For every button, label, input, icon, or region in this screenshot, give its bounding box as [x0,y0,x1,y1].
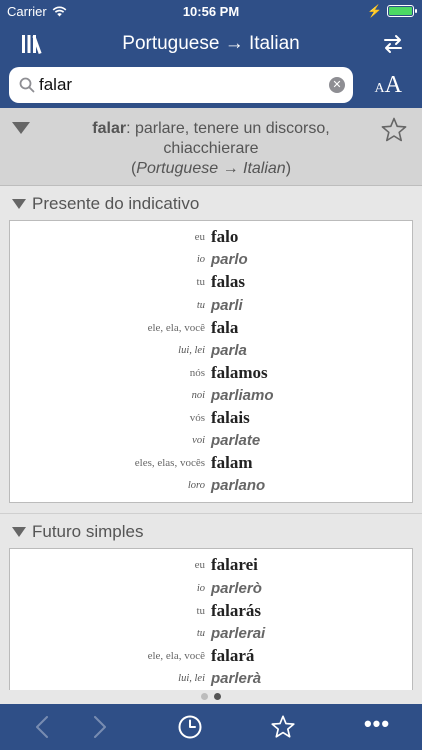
conjugation-row: voi parlate [10,429,412,452]
entry-direction: Portuguese → Italian [136,160,286,177]
entry-header: falar: parlare, tenere un discorso, chia… [0,108,422,186]
verb-form: parlo [211,251,248,269]
pronoun: lui, lei [178,344,205,356]
conjugation-row: noi parliamo [10,384,412,407]
collapse-entry-icon[interactable] [12,122,30,134]
verb-form: falais [211,408,250,428]
conjugation-row: eu falarei [10,554,412,577]
favorites-star-icon[interactable] [270,714,296,740]
pronoun: nós [189,366,205,379]
conjugation-row: tu parli [10,294,412,317]
page-indicator[interactable] [0,690,422,704]
verb-form: parlate [211,432,261,450]
pronoun: lui, lei [178,672,205,684]
section-title: Futuro simples [32,522,144,542]
conjugation-row: eu falo [10,226,412,249]
entry-summary: falar: parlare, tenere un discorso, chia… [50,119,372,179]
top-bar: Carrier 10:56 PM ⚡ Portuguese → Italian [0,0,422,108]
conjugation-row: io parlo [10,249,412,272]
pronoun: tu [196,627,205,639]
verb-form: falarei [211,555,258,575]
conjugation-table: eu falo io parlo tu falas tu parli ele, ela, voc… [9,220,413,504]
conjugation-row: lui, lei parlerà [10,667,412,690]
text-size-small: A [374,81,385,96]
more-options-icon[interactable]: ••• [362,713,392,740]
page-title: Portuguese → Italian [122,33,300,54]
bottom-toolbar: ••• [0,704,422,750]
verb-form: parla [211,341,247,359]
pronoun: voi [192,435,205,447]
forward-arrow-icon[interactable] [86,714,112,740]
navigation-bar: Portuguese → Italian [0,22,422,66]
verb-form: fala [211,317,239,337]
conjugation-row: tu falas [10,271,412,294]
conjugation-row: eles, elas, vocês falam [10,452,412,475]
pronoun: ele, ela, você [147,649,205,662]
conjugation-content[interactable]: Presente do indicativo eu falo io parlo tu fal… [0,186,422,690]
disclosure-triangle-icon[interactable] [12,199,26,209]
entry-headword: falar [92,120,127,137]
section-title: Presente do indicativo [32,194,200,213]
pronoun: eu [194,231,205,244]
verb-form: parlerà [211,669,262,687]
section-header[interactable]: Presente do indicativo [0,186,422,220]
page-dot-2[interactable] [214,693,221,700]
conjugation-row: tu parlerai [10,622,412,645]
pronoun: io [196,254,205,266]
conjugation-row: loro parlano [10,475,412,498]
conjugation-row: lui, lei parla [10,339,412,362]
status-time: 10:56 PM [182,4,240,19]
pronoun: ele, ela, você [147,321,205,334]
battery-icon [387,5,417,17]
pronoun: tu [196,276,205,289]
pronoun: tu [196,604,205,617]
page-dot-1[interactable] [201,693,208,700]
verb-form: falam [211,453,253,473]
verb-form: parlerò [211,579,262,597]
pronoun: eu [194,559,205,572]
verb-form: parlerai [211,624,266,642]
pronoun: loro [187,480,205,492]
conjugation-row: vós falais [10,407,412,430]
pronoun: eles, elas, vocês [134,457,205,470]
disclosure-triangle-icon[interactable] [12,527,26,538]
search-input[interactable] [39,73,324,97]
pronoun: tu [196,299,205,311]
swap-direction-icon[interactable] [382,33,404,55]
search-icon [19,77,35,93]
back-arrow-icon[interactable] [30,714,56,740]
conjugation-row: tu falarás [10,599,412,622]
verb-form: falas [211,272,245,292]
verb-form: falo [211,227,239,247]
pronoun: vós [189,412,205,425]
conjugation-row: nós falamos [10,362,412,385]
conjugation-row: ele, ela, você fala [10,316,412,339]
favorite-star-icon[interactable] [380,116,408,144]
status-bar: Carrier 10:56 PM ⚡ [0,0,422,22]
conjugation-table: eu falarei io parlerò tu falarás tu parlerai ele… [9,548,413,690]
text-size-button[interactable]: AA [375,72,402,99]
verb-form: parlano [211,477,266,495]
conjugation-row: ele, ela, você falará [10,645,412,668]
entry-translation: : parlare, tenere un discorso, chiacchie… [126,120,330,157]
clear-search-icon[interactable]: ✕ [329,77,345,93]
pronoun: noi [191,389,205,401]
charging-icon: ⚡ [367,4,382,18]
verb-form: parliamo [211,386,274,404]
conjugation-row: io parlerò [10,577,412,600]
search-box: ✕ [9,67,353,103]
search-row: ✕ AA [0,66,422,108]
verb-form: falamos [211,362,268,382]
text-size-large: A [384,72,402,98]
history-clock-icon[interactable] [177,714,203,740]
verb-form: falarás [211,600,262,620]
verb-form: parli [211,296,243,314]
verb-form: falará [211,645,255,665]
pronoun: io [196,582,205,594]
entry-direction-close: ) [285,160,292,177]
section-header[interactable]: Futuro simples [0,514,422,548]
